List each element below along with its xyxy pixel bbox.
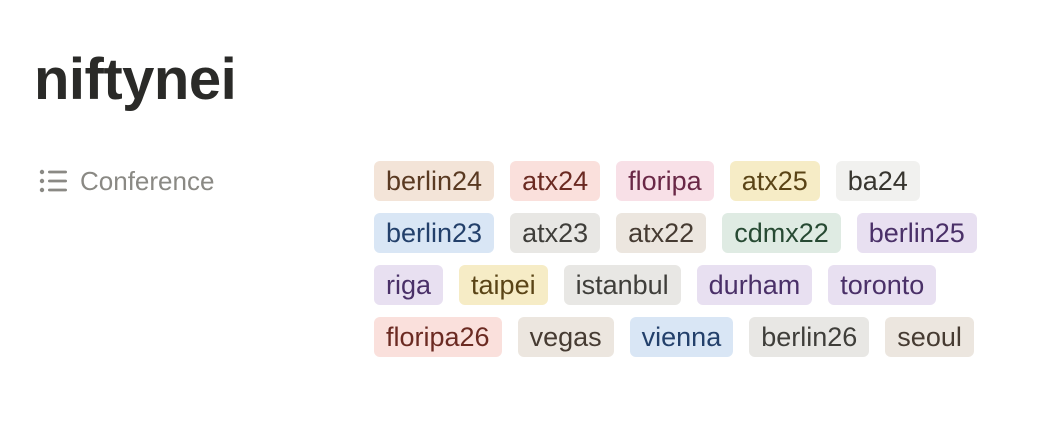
multi-select-list-icon: [39, 169, 67, 193]
conference-tags[interactable]: berlin24 atx24 floripa atx25 ba24 berlin…: [374, 161, 1014, 357]
tag-berlin26[interactable]: berlin26: [749, 317, 870, 357]
tag-istanbul[interactable]: istanbul: [563, 265, 681, 305]
tag-atx25[interactable]: atx25: [729, 161, 820, 201]
tag-vienna[interactable]: vienna: [629, 317, 734, 357]
tag-vegas[interactable]: vegas: [517, 317, 614, 357]
page-title[interactable]: niftynei: [34, 44, 237, 116]
conference-property-label[interactable]: Conference: [38, 160, 214, 202]
tag-durham[interactable]: durham: [696, 265, 813, 305]
tag-floripa[interactable]: floripa: [616, 161, 714, 201]
tag-atx23[interactable]: atx23: [510, 213, 601, 253]
tag-riga[interactable]: riga: [374, 265, 444, 305]
tag-berlin23[interactable]: berlin23: [374, 213, 495, 253]
tag-floripa26[interactable]: floripa26: [374, 317, 502, 357]
tag-cdmx22[interactable]: cdmx22: [722, 213, 841, 253]
tag-atx24[interactable]: atx24: [510, 161, 601, 201]
tag-berlin24[interactable]: berlin24: [374, 161, 495, 201]
tag-berlin25[interactable]: berlin25: [856, 213, 977, 253]
tag-ba24[interactable]: ba24: [835, 161, 920, 201]
tag-seoul[interactable]: seoul: [885, 317, 974, 357]
tag-atx22[interactable]: atx22: [616, 213, 707, 253]
tag-taipei[interactable]: taipei: [459, 265, 548, 305]
property-label-text: Conference: [80, 165, 215, 196]
tag-toronto[interactable]: toronto: [828, 265, 937, 305]
